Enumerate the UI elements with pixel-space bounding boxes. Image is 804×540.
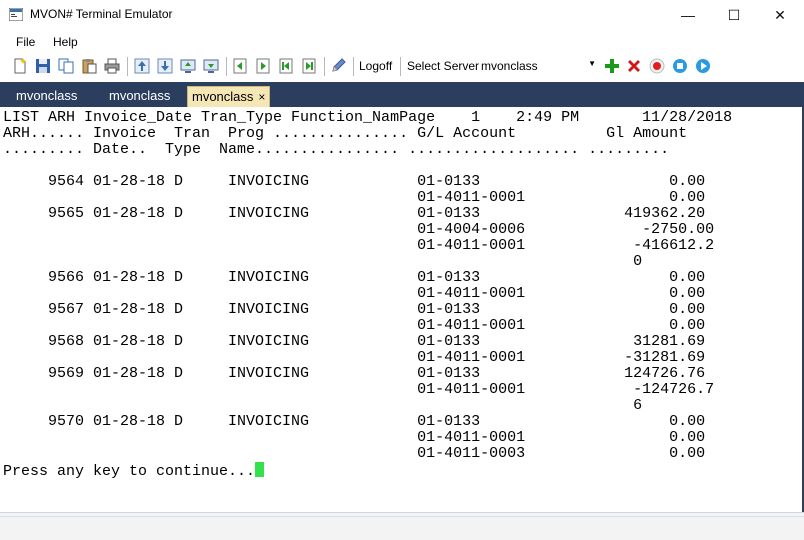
maximize-button[interactable]: ☐ (711, 0, 757, 30)
pen-icon[interactable] (330, 58, 346, 74)
toolbar-separator (127, 57, 128, 76)
window-title: MVON# Terminal Emulator (30, 7, 173, 21)
report-row: 01-4004-0006 -2750.00 (3, 221, 715, 238)
play-icon[interactable] (695, 58, 711, 74)
report-row: 01-4011-0001 -124726.7 (3, 381, 715, 398)
add-icon[interactable] (604, 58, 620, 74)
terminal-cursor (255, 462, 265, 477)
report-row: 9567 01-28-18 D INVOICING 01-0133 0.00 (3, 301, 706, 318)
toolbar-separator (226, 57, 227, 76)
status-bar (0, 512, 804, 540)
report-row: 9564 01-28-18 D INVOICING 01-0133 0.00 (3, 173, 706, 190)
report-row: 9568 01-28-18 D INVOICING 01-0133 31281.… (3, 333, 706, 350)
menu-help[interactable]: Help (53, 35, 78, 49)
tab-mvonclass-3[interactable]: mvonclass × (187, 86, 271, 107)
logoff-button[interactable]: Logoff (359, 59, 392, 73)
report-row: 01-4011-0001 -31281.69 (3, 349, 706, 366)
upload-icon[interactable] (134, 58, 150, 74)
tab-mvonclass-2[interactable]: mvonclass (109, 88, 170, 103)
record-icon[interactable] (649, 58, 665, 74)
report-row: 9566 01-28-18 D INVOICING 01-0133 0.00 (3, 269, 706, 286)
select-server-label: Select Server (407, 59, 480, 73)
report-row: 01-4011-0001 0.00 (3, 317, 706, 334)
session-tabs: mvonclass mvonclass mvonclass × (0, 82, 804, 107)
tab-label: mvonclass (192, 89, 254, 104)
toolbar-separator (400, 57, 401, 76)
menu-bar: File Help (0, 31, 804, 53)
page-back-icon[interactable] (232, 58, 248, 74)
stop-icon[interactable] (672, 58, 688, 74)
prompt-text: Press any key to continue... (3, 463, 256, 480)
menu-file[interactable]: File (16, 35, 35, 49)
report-row: 01-4011-0001 -416612.2 (3, 237, 715, 254)
terminal-screen[interactable]: LIST ARH Invoice_Date Tran_Type Function… (0, 107, 804, 512)
toolbar-separator (353, 57, 354, 76)
new-icon[interactable] (12, 58, 28, 74)
continue-prompt: Press any key to continue... (3, 462, 265, 480)
status-divider (0, 516, 804, 517)
server-select-value: mvonclass (481, 59, 538, 73)
toolbar: Logoff Select Server (0, 53, 804, 80)
paste-icon[interactable] (81, 58, 97, 74)
chevron-down-icon[interactable]: ▼ (588, 59, 596, 68)
print-icon[interactable] (104, 58, 120, 74)
report-row: 0 (3, 253, 643, 270)
screen-up-icon[interactable] (180, 58, 196, 74)
report-row: 01-4011-0001 0.00 (3, 285, 706, 302)
server-select[interactable]: mvonclass ▼ (478, 56, 598, 76)
toolbar-separator (324, 57, 325, 76)
delete-icon[interactable] (626, 58, 642, 74)
report-row: 9565 01-28-18 D INVOICING 01-0133 419362… (3, 205, 706, 222)
app-icon (9, 8, 23, 21)
page-first-icon[interactable] (278, 58, 294, 74)
report-row: 01-4011-0003 0.00 (3, 445, 706, 462)
report-row: 01-4011-0001 0.00 (3, 429, 706, 446)
close-tab-icon[interactable]: × (258, 90, 265, 104)
report-row: 01-4011-0001 0.00 (3, 189, 706, 206)
column-header-line: ......... Date.. Type Name..............… (3, 141, 670, 158)
column-header-line: ARH...... Invoice Tran Prog ............… (3, 125, 688, 142)
page-forward-icon[interactable] (255, 58, 271, 74)
minimize-button[interactable]: — (665, 0, 711, 30)
report-row: 6 (3, 397, 643, 414)
title-bar: MVON# Terminal Emulator — ☐ ✕ (0, 0, 804, 30)
tab-mvonclass-1[interactable]: mvonclass (16, 88, 77, 103)
report-row: 9569 01-28-18 D INVOICING 01-0133 124726… (3, 365, 706, 382)
copy-icon[interactable] (58, 58, 74, 74)
close-button[interactable]: ✕ (757, 0, 803, 30)
report-row: 9570 01-28-18 D INVOICING 01-0133 0.00 (3, 413, 706, 430)
save-icon[interactable] (35, 58, 51, 74)
download-icon[interactable] (157, 58, 173, 74)
screen-down-icon[interactable] (203, 58, 219, 74)
page-last-icon[interactable] (301, 58, 317, 74)
report-header-line: LIST ARH Invoice_Date Tran_Type Function… (3, 109, 733, 126)
